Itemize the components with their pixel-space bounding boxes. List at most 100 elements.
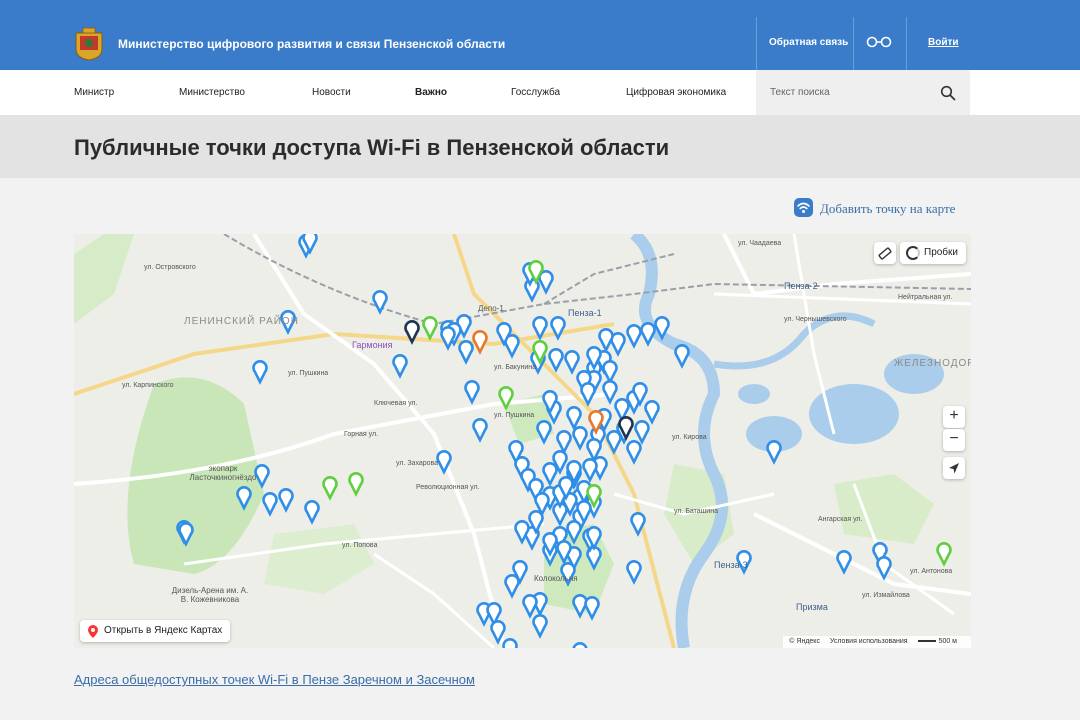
river [629,234,728,648]
zoom-in-button[interactable]: + [943,406,965,428]
wifi-marker-blue[interactable] [564,350,580,375]
wifi-marker-blue[interactable] [504,574,520,599]
district-label: ЛЕНИНСКИЙ РАЙОН [184,316,299,327]
river [713,312,876,370]
street-label: Революционная ул. [416,484,480,491]
place-label: Дизель-Арена им. А. В. Кожевникова [171,586,249,604]
org-title[interactable]: Министерство цифрового развития и связи … [118,37,505,51]
feedback-link[interactable]: Обратная связь [769,37,848,48]
wifi-marker-blue[interactable] [626,560,642,585]
main-nav: Министр Министерство Новости Важно Госсл… [0,70,1080,115]
wifi-marker-blue[interactable] [458,340,474,365]
search-box [756,70,970,115]
header-divider [756,17,757,70]
wifi-marker-blue[interactable] [522,594,538,619]
wifi-marker-blue[interactable] [472,418,488,443]
wifi-marker-blue[interactable] [634,420,650,445]
wifi-icon [794,198,813,217]
map-footer: © Яндекс Условия использования 500 м [783,636,971,648]
geolocation-button[interactable] [943,457,965,479]
street-label: ул. Островского [144,264,196,271]
nav-item-digital-economy[interactable]: Цифровая экономика [626,87,726,98]
wifi-marker-green[interactable] [936,542,952,567]
street-label: ул. Бакунина [494,364,536,371]
street-label: ул. Карпинского [122,382,174,389]
nav-item-civil-service[interactable]: Госслужба [511,87,560,98]
wifi-marker-blue[interactable] [602,360,618,385]
street-label: Ключевая ул. [374,400,418,407]
wifi-marker-blue[interactable] [262,492,278,517]
wifi-marker-blue[interactable] [392,354,408,379]
wifi-marker-blue[interactable] [572,426,588,451]
top-header: Министерство цифрового развития и связи … [0,0,1080,70]
glasses-icon[interactable] [866,35,892,49]
open-yandex-label: Открыть в Яндекс Картах [104,625,223,636]
wifi-marker-blue[interactable] [464,380,480,405]
wifi-marker-blue[interactable] [278,488,294,513]
wifi-marker-blue[interactable] [440,326,456,351]
header-divider [853,17,854,70]
wifi-marker-blue[interactable] [598,328,614,353]
wifi-map[interactable]: ЛЕНИНСКИЙ РАЙОН ЖЕЛЕЗНОДОРОЖНЫЙ Пенза-1 … [74,234,971,648]
wifi-marker-green[interactable] [422,316,438,341]
login-link[interactable]: Войти [928,37,959,48]
wifi-marker-blue[interactable] [372,290,388,315]
wifi-marker-blue[interactable] [548,348,564,373]
wifi-marker-blue[interactable] [252,360,268,385]
wifi-marker-green[interactable] [322,476,338,501]
wifi-marker-blue[interactable] [536,420,552,445]
wifi-marker-blue[interactable] [836,550,852,575]
road [373,552,496,648]
traffic-icon [906,246,920,260]
wifi-marker-blue[interactable] [566,406,582,431]
wifi-marker-blue[interactable] [602,380,618,405]
wifi-marker-green[interactable] [348,472,364,497]
search-icon[interactable] [940,85,956,101]
location-arrow-icon [949,463,959,474]
station-label: Пенза-2 [784,281,818,291]
street-label: ул. Захарова [396,460,439,467]
street-label: Нейтральная ул. [898,294,953,301]
wifi-marker-blue[interactable] [626,440,642,465]
wifi-marker-blue[interactable] [582,458,598,483]
search-input[interactable] [756,70,936,115]
zoom-out-button[interactable]: − [943,429,965,451]
wifi-marker-blue[interactable] [532,614,548,639]
street-label: ул. Антонова [910,568,953,575]
terms-link[interactable]: Условия использования [830,638,908,645]
district-label: ЖЕЛЕЗНОДОРОЖНЫЙ [894,358,971,369]
ruler-button[interactable] [874,242,896,264]
minus-icon: − [949,430,959,447]
park-area [74,234,134,324]
wifi-marker-blue[interactable] [584,596,600,621]
open-yandex-maps-button[interactable]: Открыть в Яндекс Картах [80,620,231,642]
place-label: Колокольня [534,574,578,583]
street-label: ул. Измайлова [862,592,910,599]
page-title: Публичные точки доступа Wi-Fi в Пензенск… [74,135,670,160]
nav-item-news[interactable]: Новости [312,87,351,98]
addresses-link[interactable]: Адреса общедоступных точек Wi-Fi в Пензе… [74,672,475,687]
wifi-marker-blue[interactable] [556,430,572,455]
place-label: Гармония [352,340,393,350]
park-area [264,524,374,594]
traffic-label: Пробки [924,247,958,258]
street-label: ул. Баташина [674,508,718,515]
wifi-marker-blue[interactable] [640,322,656,347]
traffic-button[interactable]: Пробки [900,242,966,264]
wifi-marker-blue[interactable] [626,324,642,349]
wifi-marker-blue[interactable] [502,638,518,648]
wifi-marker-blue[interactable] [304,500,320,525]
wifi-marker-blue[interactable] [674,344,690,369]
wifi-marker-blue[interactable] [572,642,588,648]
park-area [834,474,934,544]
wifi-marker-blue[interactable] [542,462,558,487]
wifi-marker-orange[interactable] [472,330,488,355]
wifi-marker-blue[interactable] [644,400,660,425]
nav-item-important[interactable]: Важно [415,87,447,98]
wifi-marker-blue[interactable] [538,270,554,295]
station-label: Пенза-1 [568,308,602,318]
nav-item-minister[interactable]: Министр [74,87,114,98]
wifi-marker-blue[interactable] [766,440,782,465]
nav-item-ministry[interactable]: Министерство [179,87,245,98]
coat-of-arms-icon[interactable] [74,27,104,61]
